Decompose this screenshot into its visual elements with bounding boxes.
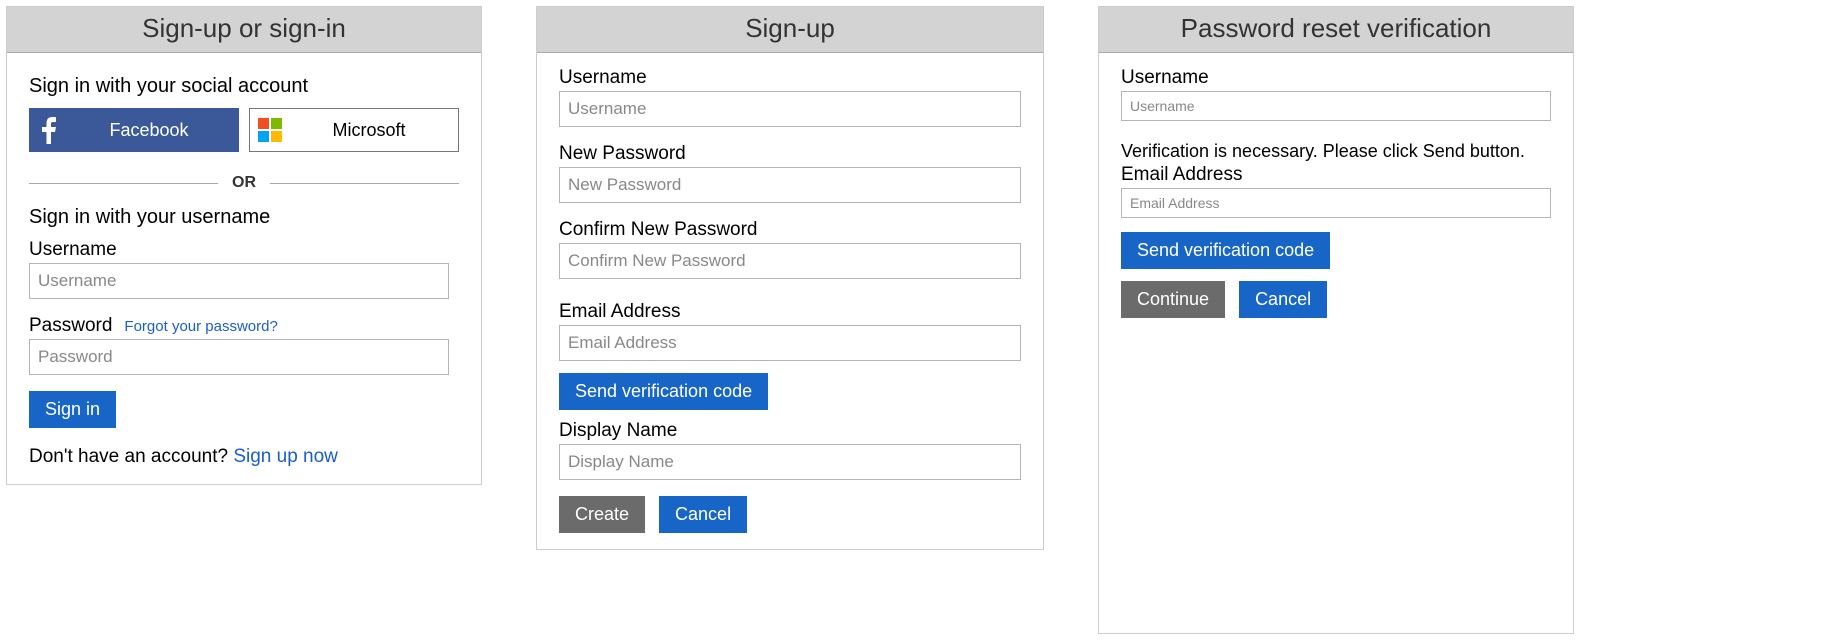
new-password-input[interactable]	[559, 167, 1021, 203]
or-divider: OR	[29, 174, 459, 192]
signup-cancel-button[interactable]: Cancel	[659, 496, 747, 533]
facebook-signin-button[interactable]: Facebook	[29, 108, 239, 152]
reset-username-input[interactable]	[1121, 91, 1551, 121]
forgot-password-link[interactable]: Forgot your password?	[124, 318, 277, 335]
new-password-label: New Password	[559, 143, 1021, 165]
microsoft-signin-button[interactable]: Microsoft	[249, 108, 459, 152]
reset-email-input[interactable]	[1121, 188, 1551, 218]
reset-username-label: Username	[1121, 67, 1551, 89]
confirm-password-label: Confirm New Password	[559, 219, 1021, 241]
local-signin-heading: Sign in with your username	[29, 206, 459, 229]
display-name-label: Display Name	[559, 420, 1021, 442]
signin-panel: Sign-up or sign-in Sign in with your soc…	[6, 6, 482, 485]
microsoft-icon	[250, 109, 290, 151]
signin-panel-title: Sign-up or sign-in	[7, 7, 481, 53]
reset-cancel-button[interactable]: Cancel	[1239, 281, 1327, 318]
continue-button[interactable]: Continue	[1121, 281, 1225, 318]
username-input[interactable]	[29, 263, 449, 299]
facebook-button-label: Facebook	[69, 120, 239, 141]
or-divider-text: OR	[218, 174, 270, 192]
facebook-icon	[29, 108, 69, 152]
signup-username-label: Username	[559, 67, 1021, 89]
signup-email-input[interactable]	[559, 325, 1021, 361]
password-reset-panel: Password reset verification Username Ver…	[1098, 6, 1574, 634]
reset-panel-title: Password reset verification	[1099, 7, 1573, 53]
no-account-text: Don't have an account?	[29, 446, 233, 467]
social-signin-heading: Sign in with your social account	[29, 75, 459, 98]
signup-panel-title: Sign-up	[537, 7, 1043, 53]
signup-email-label: Email Address	[559, 301, 1021, 323]
signup-now-link[interactable]: Sign up now	[233, 446, 338, 467]
signin-button[interactable]: Sign in	[29, 391, 116, 428]
confirm-password-input[interactable]	[559, 243, 1021, 279]
reset-email-label: Email Address	[1121, 164, 1551, 186]
password-label: Password	[29, 315, 112, 337]
signup-panel: Sign-up Username New Password Confirm Ne…	[536, 6, 1044, 550]
signup-send-code-button[interactable]: Send verification code	[559, 373, 768, 410]
signup-prompt: Don't have an account? Sign up now	[29, 446, 459, 468]
password-input[interactable]	[29, 339, 449, 375]
signup-username-input[interactable]	[559, 91, 1021, 127]
verification-info-text: Verification is necessary. Please click …	[1121, 141, 1551, 162]
display-name-input[interactable]	[559, 444, 1021, 480]
reset-send-code-button[interactable]: Send verification code	[1121, 232, 1330, 269]
create-button[interactable]: Create	[559, 496, 645, 533]
username-label: Username	[29, 239, 459, 261]
microsoft-button-label: Microsoft	[290, 120, 458, 141]
